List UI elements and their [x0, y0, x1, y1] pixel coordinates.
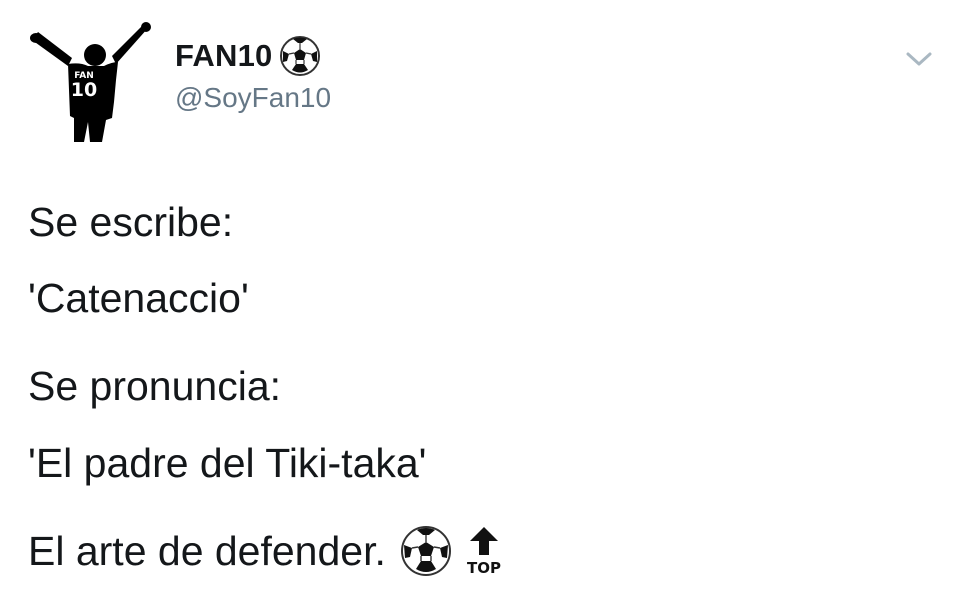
- tweet-text-line: 'Catenaccio': [28, 275, 249, 321]
- user-handle[interactable]: @SoyFan10: [175, 82, 331, 114]
- soccer-ball-icon: [400, 526, 451, 576]
- tweet-text-line: Se pronuncia:: [28, 363, 282, 409]
- tweet-text-line: El arte de defender.: [28, 527, 386, 574]
- top-arrow-icon: TOP: [467, 527, 501, 577]
- tweet-text-last-line: El arte de defender. TOP: [28, 525, 506, 577]
- avatar-jersey-number: 10: [71, 79, 97, 101]
- display-name[interactable]: FAN10: [175, 38, 272, 74]
- tweet-card: FAN 10 FAN10 @SoyFan10 Se escribe: 'Cate…: [0, 0, 960, 596]
- soccer-ball-icon: [280, 36, 321, 76]
- avatar[interactable]: FAN 10: [28, 22, 152, 146]
- tweet-text-line: 'El padre del Tiki-taka': [28, 440, 427, 486]
- top-emoji-text: TOP: [467, 559, 501, 577]
- player-silhouette-icon: FAN 10: [30, 22, 151, 142]
- author-name-row: FAN10: [175, 36, 321, 76]
- tweet-text-line: Se escribe:: [28, 199, 234, 245]
- chevron-down-icon[interactable]: [904, 48, 934, 70]
